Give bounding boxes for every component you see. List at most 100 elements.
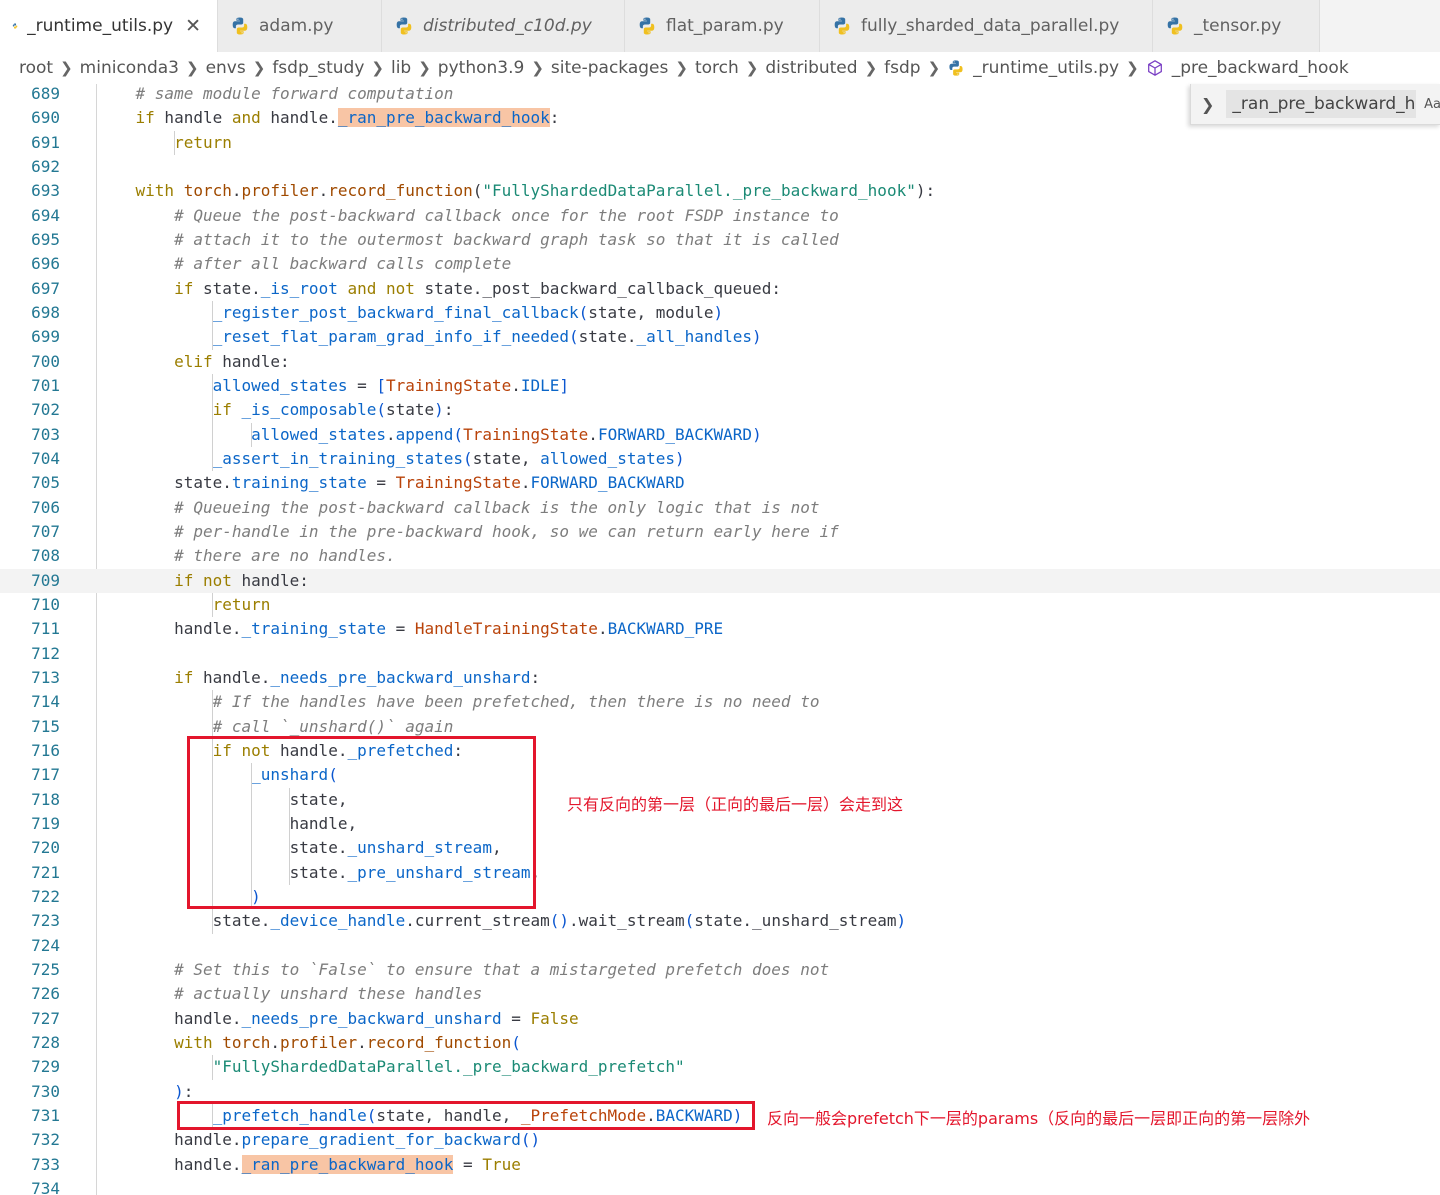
python-file-icon [396, 17, 412, 35]
code-text: # same module forward computation [135, 84, 454, 103]
line-number: 694 [31, 205, 60, 225]
tab-adam-py[interactable]: adam.py [218, 0, 382, 52]
code-text: handle.prepare_gradient_for_backward() [97, 1130, 541, 1150]
chevron-right-icon: ❯ [1126, 59, 1139, 77]
breadcrumb-item[interactable]: torch [695, 58, 739, 78]
code-line[interactable]: 712 [0, 642, 1440, 666]
tab-fully-sharded-data-parallel-py[interactable]: fully_sharded_data_parallel.py [820, 0, 1153, 52]
breadcrumb-item[interactable]: lib [391, 58, 411, 78]
code-line[interactable]: 729 "FullyShardedDataParallel._pre_backw… [0, 1055, 1440, 1079]
breadcrumb-item[interactable]: site-packages [551, 58, 668, 78]
breadcrumb-item[interactable]: fsdp [884, 58, 920, 78]
indent-guide [212, 1055, 214, 1080]
line-number: 713 [31, 667, 60, 687]
tab-flat-param-py[interactable]: flat_param.py [625, 0, 820, 52]
chevron-right-icon: ❯ [864, 59, 878, 77]
code-line[interactable]: 728 with torch.profiler.record_function( [0, 1031, 1440, 1055]
line-number: 702 [31, 400, 60, 420]
code-line[interactable]: 725 # Set this to `False` to ensure that… [0, 958, 1440, 982]
code-line[interactable]: 705 state.training_state = TrainingState… [0, 471, 1440, 495]
chevron-right-icon: ❯ [927, 59, 941, 77]
annotation-text-unshard: 只有反向的第一层（正向的最后一层）会走到这 [567, 795, 904, 814]
chevron-right-icon: ❯ [186, 59, 199, 77]
code-line[interactable]: 706 # Queueing the post-backward callbac… [0, 496, 1440, 520]
breadcrumb-item[interactable]: _pre_backward_hook [1172, 58, 1349, 78]
code-line[interactable]: 713 if handle._needs_pre_backward_unshar… [0, 666, 1440, 690]
match-case-toggle[interactable]: Aa [1424, 97, 1440, 112]
breadcrumb-item[interactable]: distributed [765, 58, 857, 78]
line-number: 729 [31, 1057, 60, 1077]
line-number: 704 [31, 448, 60, 468]
code-line[interactable]: 734 [0, 1177, 1440, 1195]
close-icon[interactable]: ✕ [185, 15, 201, 37]
breadcrumb-item[interactable]: python3.9 [438, 58, 525, 78]
code-text: if handle._needs_pre_backward_unshard: [174, 667, 541, 687]
code-line[interactable]: 699 _reset_flat_param_grad_info_if_neede… [0, 325, 1440, 349]
breadcrumb-item[interactable]: fsdp_study [272, 58, 364, 78]
code-editor[interactable]: 689 # same module forward computation 690… [0, 84, 1440, 1195]
code-line[interactable]: 709 if not handle: [0, 568, 1440, 593]
code-line[interactable]: 696 # after all backward calls complete [0, 252, 1440, 276]
code-line[interactable]: 724 [0, 934, 1440, 958]
line-number: 706 [31, 497, 60, 517]
python-file-icon [232, 17, 248, 35]
code-text: # Set this to `False` to ensure that a m… [174, 959, 830, 979]
line-number: 720 [31, 838, 60, 858]
code-text: # Queue the post-backward callback once … [174, 205, 839, 225]
tab-label: flat_param.py [666, 16, 784, 36]
code-text: _register_post_backward_final_callback(s… [212, 302, 724, 322]
code-line[interactable]: 693 with torch.profiler.record_function(… [0, 179, 1440, 203]
code-line[interactable]: 697 if state._is_root and not state._pos… [0, 277, 1440, 301]
code-line[interactable]: 723 state._device_handle.current_stream(… [0, 909, 1440, 933]
code-text: # after all backward calls complete [174, 254, 512, 274]
tab-label: _runtime_utils.py [27, 16, 174, 36]
tab-runtime-utils-py[interactable]: _runtime_utils.py ✕ [0, 0, 218, 52]
code-text: allowed_states = [TrainingState.IDLE] [212, 375, 570, 395]
code-text: if _is_composable(state): [212, 400, 454, 420]
code-line[interactable]: 698 _register_post_backward_final_callba… [0, 301, 1440, 325]
line-number: 697 [31, 278, 60, 298]
breadcrumb-item[interactable]: root [19, 58, 53, 78]
code-line[interactable]: 695 # attach it to the outermost backwar… [0, 228, 1440, 252]
code-line[interactable]: 708 # there are no handles. [0, 544, 1440, 568]
code-text: handle._ran_pre_backward_hook = True [97, 1154, 521, 1174]
code-line[interactable]: 701 allowed_states = [TrainingState.IDLE… [0, 374, 1440, 398]
tab-distributed-c10d-py[interactable]: distributed_c10d.py [382, 0, 625, 52]
code-line[interactable]: 710 return [0, 593, 1440, 617]
python-file-icon [12, 23, 18, 29]
code-line[interactable]: 707 # per-handle in the pre-backward hoo… [0, 520, 1440, 544]
line-number: 709 [31, 570, 60, 590]
code-line[interactable]: 711 handle._training_state = HandleTrain… [0, 617, 1440, 641]
code-line[interactable]: 732 handle.prepare_gradient_for_backward… [0, 1128, 1440, 1152]
line-number: 728 [31, 1032, 60, 1052]
code-line[interactable]: 733 handle._ran_pre_backward_hook = True [0, 1153, 1440, 1177]
breadcrumb-item[interactable]: miniconda3 [80, 58, 179, 78]
code-line[interactable]: 704 _assert_in_training_states(state, al… [0, 447, 1440, 471]
code-line[interactable]: 700 elif handle: [0, 350, 1440, 374]
line-number: 718 [31, 789, 60, 809]
code-text: state._device_handle.current_stream().wa… [97, 911, 907, 931]
find-input[interactable]: _ran_pre_backward_h [1226, 90, 1417, 118]
chevron-right-icon: ❯ [745, 59, 759, 77]
breadcrumb-item[interactable]: envs [206, 58, 246, 78]
code-line[interactable]: 703 allowed_states.append(TrainingState.… [0, 423, 1440, 447]
code-line[interactable]: 702 if _is_composable(state): [0, 398, 1440, 422]
line-number: 734 [31, 1178, 60, 1195]
code-line[interactable]: 694 # Queue the post-backward callback o… [0, 204, 1440, 228]
line-number: 690 [31, 108, 60, 128]
code-text: if handle and handle._ran_pre_backward_h… [135, 108, 560, 128]
line-number: 696 [31, 254, 60, 274]
code-line[interactable]: 691 return [0, 131, 1440, 155]
code-text: handle._training_state = HandleTrainingS… [97, 619, 724, 639]
breadcrumb-item[interactable]: _runtime_utils.py [973, 58, 1119, 78]
code-line[interactable]: 692 [0, 155, 1440, 179]
find-widget[interactable]: ❯ _ran_pre_backward_h Aa [1190, 84, 1440, 125]
code-line[interactable]: 727 handle._needs_pre_backward_unshard =… [0, 1007, 1440, 1031]
indent-guide [212, 373, 214, 472]
code-text: # actually unshard these handles [174, 984, 483, 1004]
code-line[interactable]: 726 # actually unshard these handles [0, 982, 1440, 1006]
line-number: 726 [31, 984, 60, 1004]
tab-tensor-py[interactable]: _tensor.py [1153, 0, 1320, 52]
chevron-right-icon[interactable]: ❯ [1201, 95, 1214, 114]
code-line[interactable]: 714 # If the handles have been prefetche… [0, 690, 1440, 714]
